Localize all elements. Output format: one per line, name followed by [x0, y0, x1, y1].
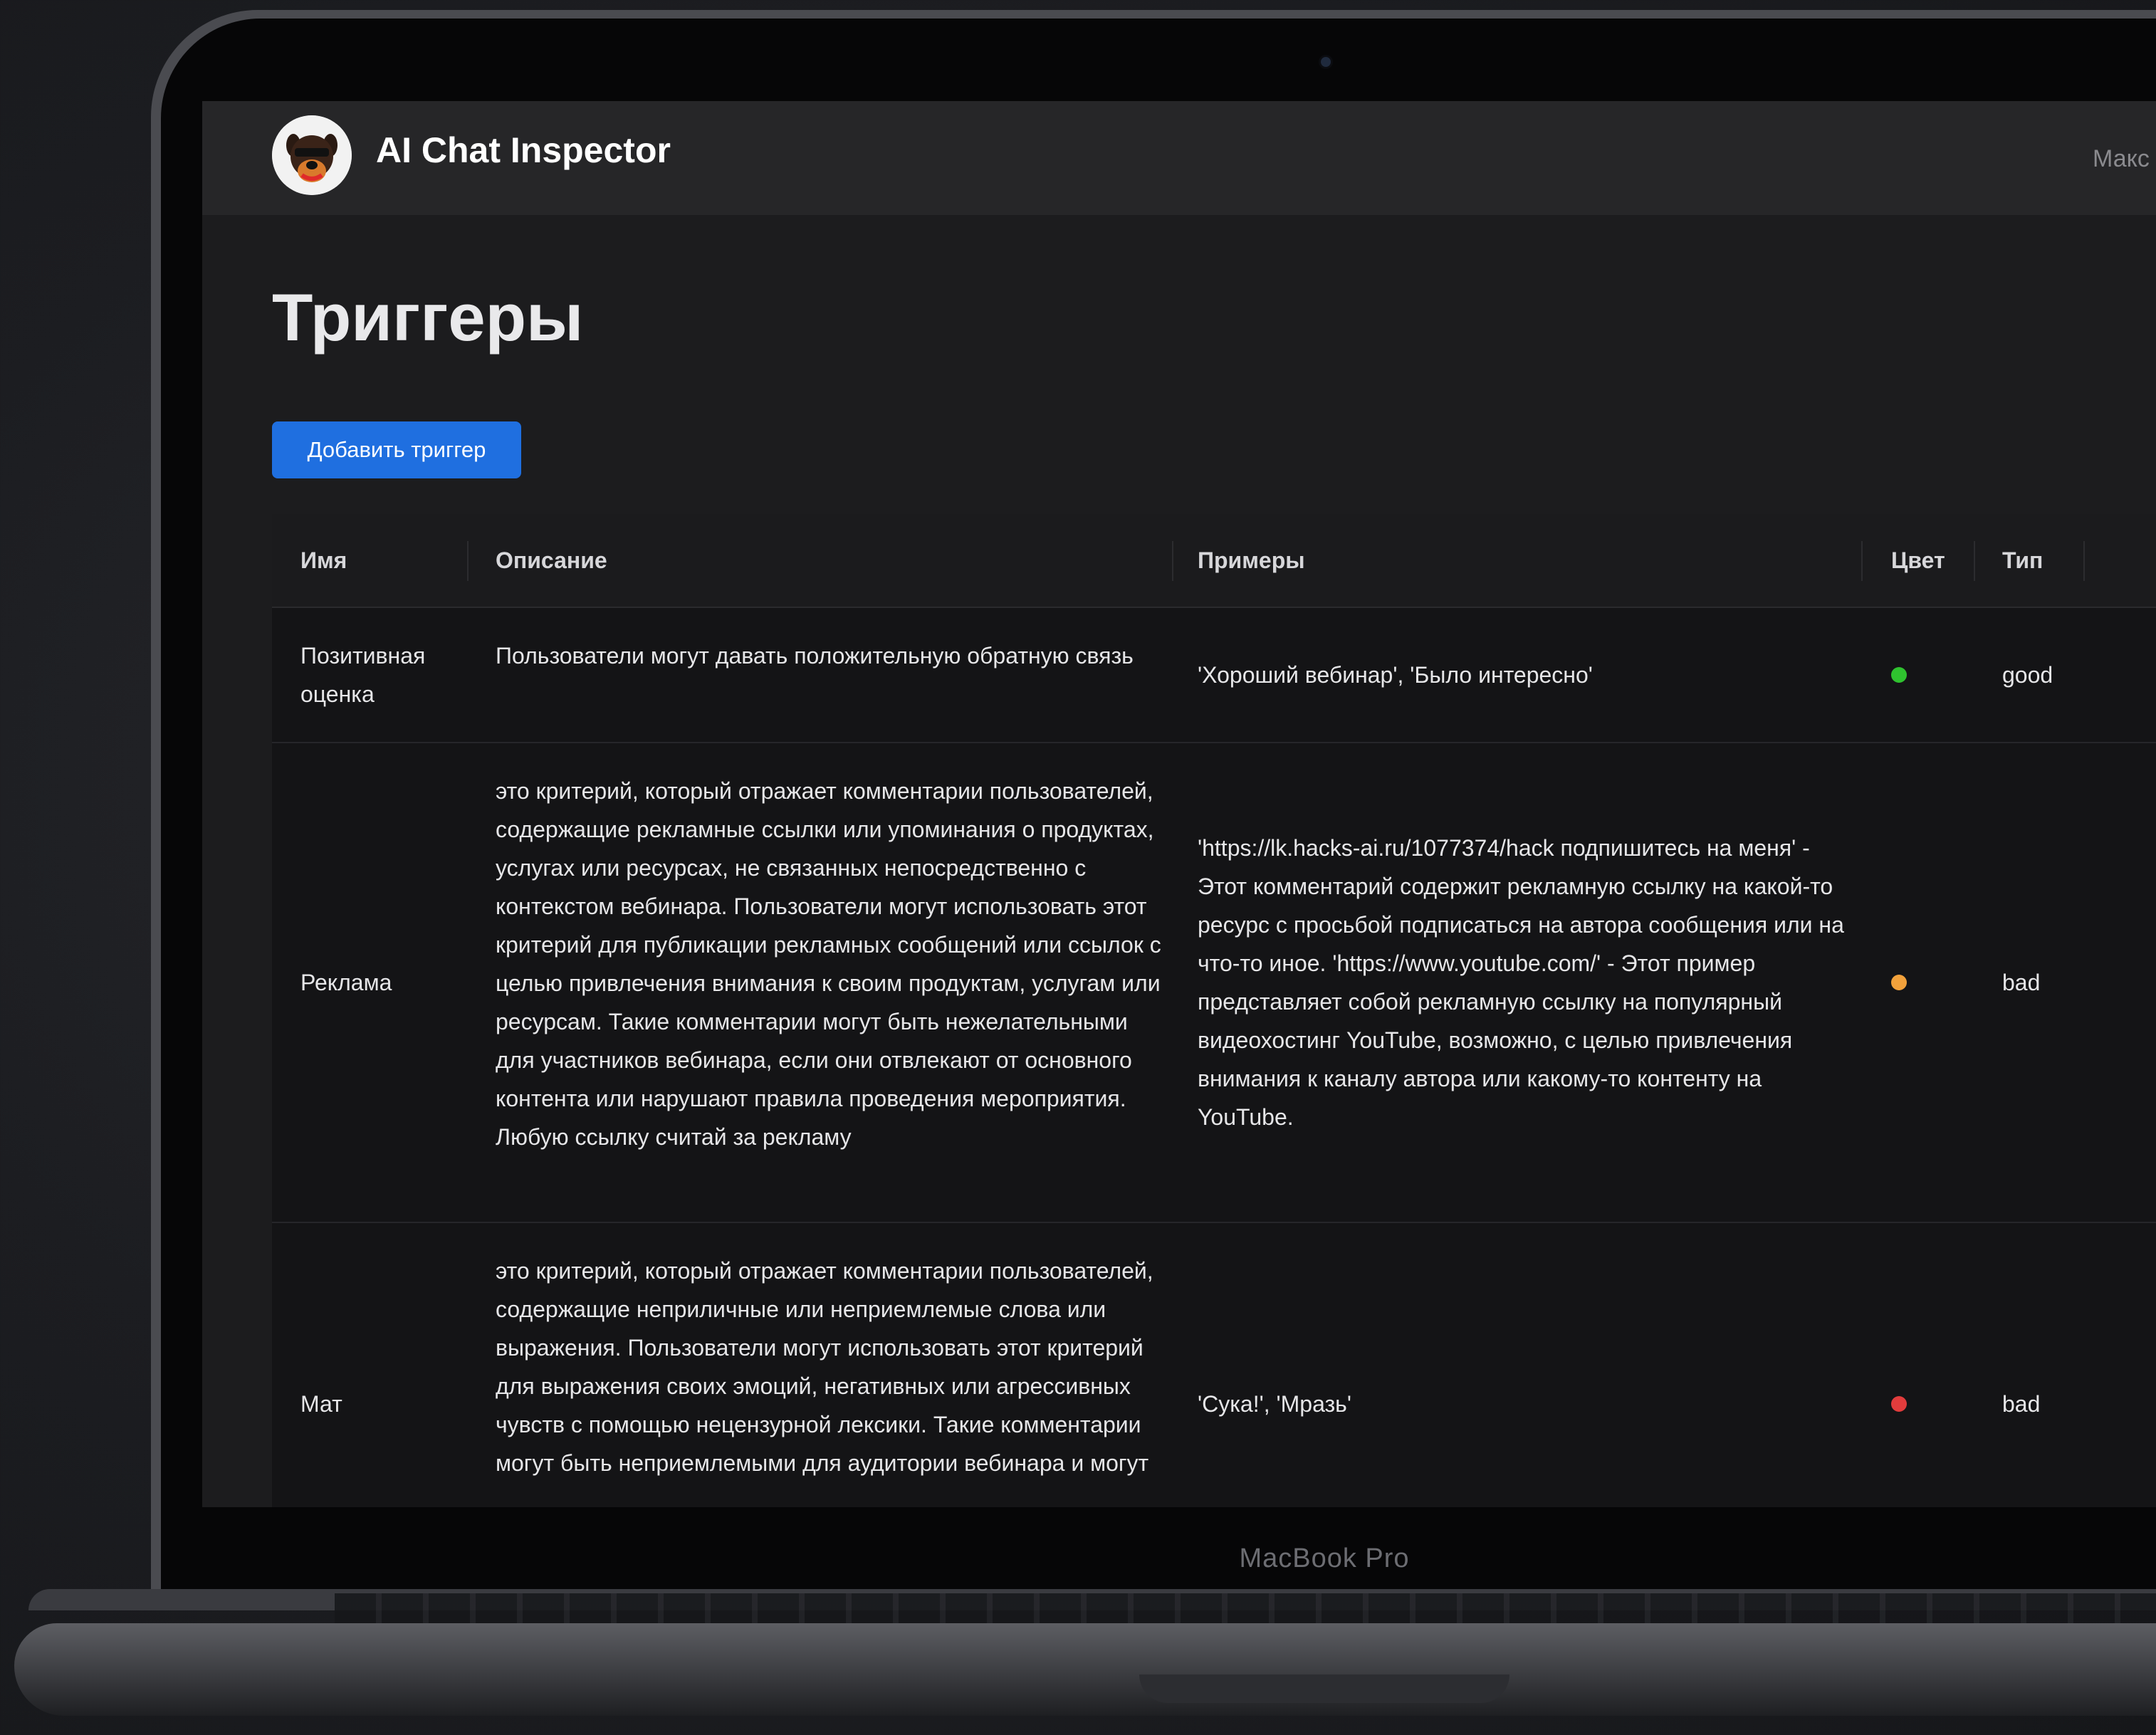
trigger-description: Пользователи могут давать положительную …	[496, 643, 1134, 669]
column-header-color[interactable]: Цвет	[1891, 514, 1945, 607]
column-header-name[interactable]: Имя	[300, 514, 347, 607]
logo-icon[interactable]	[272, 115, 352, 195]
add-trigger-button[interactable]: Добавить триггер	[272, 421, 521, 478]
table-row[interactable]: Позитивная оценка Пользователи могут дав…	[272, 608, 2156, 743]
column-header-examples[interactable]: Примеры	[1198, 514, 1305, 607]
column-divider	[467, 541, 469, 581]
app-title: AI Chat Inspector	[376, 130, 671, 170]
table-header: Имя Описание Примеры Цвет Тип	[272, 514, 2156, 608]
trigger-type: bad	[2002, 1391, 2041, 1417]
table-row[interactable]: Реклама это критерий, который отражает к…	[272, 743, 2156, 1223]
triggers-table: Имя Описание Примеры Цвет Тип Позитивная…	[272, 514, 2156, 1507]
trigger-name: Реклама	[300, 970, 392, 995]
trigger-description: это критерий, который отражает комментар…	[496, 778, 1161, 1150]
column-divider	[1974, 541, 1975, 581]
user-name[interactable]: Макс	[2093, 145, 2150, 173]
trigger-examples: 'Сука!', 'Мразь'	[1198, 1391, 1351, 1417]
trigger-examples: 'Хороший вебинар', 'Было интересно'	[1198, 662, 1593, 688]
device-label: MacBook Pro	[1239, 1543, 1410, 1573]
trigger-color-dot	[1891, 1396, 1907, 1412]
column-divider	[1172, 541, 1173, 581]
trigger-name: Позитивная оценка	[300, 643, 426, 707]
top-bar: AI Chat Inspector Макс	[202, 101, 2156, 215]
column-header-type[interactable]: Тип	[2002, 514, 2043, 607]
column-divider	[1861, 541, 1863, 581]
camera-icon	[1321, 57, 1331, 67]
trigger-color-dot	[1891, 975, 1907, 990]
page-title: Триггеры	[272, 280, 584, 355]
laptop-notch	[1139, 1674, 1509, 1703]
table-row[interactable]: Мат это критерий, который отражает комме…	[272, 1223, 2156, 1507]
trigger-name: Мат	[300, 1391, 342, 1417]
trigger-type: good	[2002, 662, 2053, 688]
trigger-description: это критерий, который отражает комментар…	[496, 1258, 1153, 1476]
laptop-base	[14, 1623, 2156, 1716]
app-screen: AI Chat Inspector Макс Триггеры Добавить…	[202, 101, 2156, 1507]
trigger-color-dot	[1891, 667, 1907, 683]
trigger-examples: 'https://lk.hacks-ai.ru/1077374/hack под…	[1198, 835, 1844, 1130]
trigger-type: bad	[2002, 970, 2041, 995]
column-divider	[2083, 541, 2085, 581]
column-header-description[interactable]: Описание	[496, 514, 607, 607]
